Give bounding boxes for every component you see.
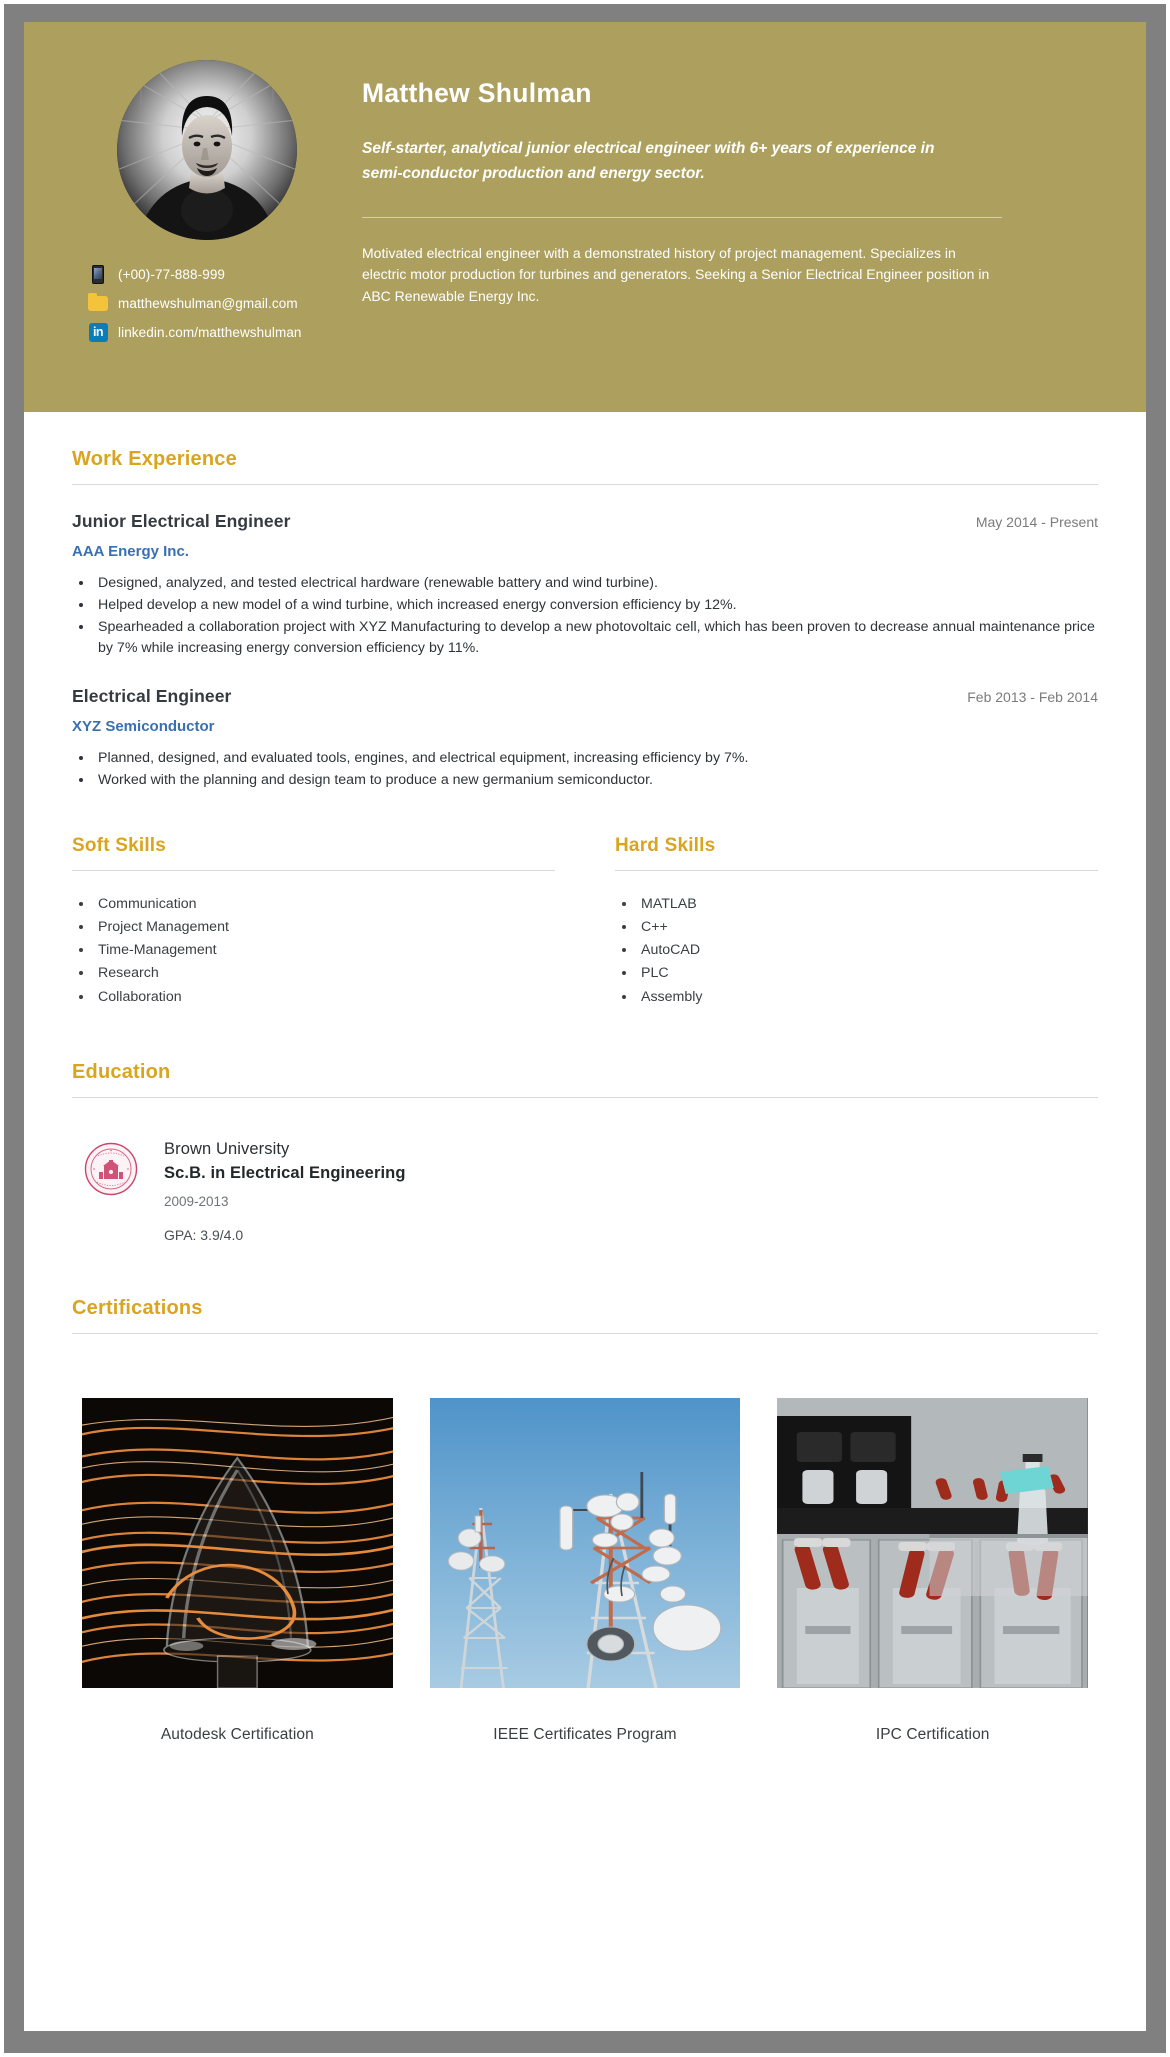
contact-phone-text: (+00)-77-888-999 xyxy=(118,266,226,282)
job-entry: Electrical Engineer Feb 2013 - Feb 2014 … xyxy=(72,686,1098,791)
header-left-column: (+00)-77-888-999 matthewshulman@gmail.co… xyxy=(66,52,348,412)
soft-skills-list: Communication Project Management Time-Ma… xyxy=(72,893,555,1009)
job-bullet: Designed, analyzed, and tested electrica… xyxy=(94,573,1098,594)
job-bullet-list: Planned, designed, and evaluated tools, … xyxy=(72,748,1098,791)
job-bullet: Planned, designed, and evaluated tools, … xyxy=(94,748,1098,769)
resume-body: Work Experience Junior Electrical Engine… xyxy=(24,412,1146,1744)
page-title: Matthew Shulman xyxy=(362,78,592,108)
contact-email[interactable]: matthewshulman@gmail.com xyxy=(88,292,348,313)
job-company[interactable]: AAA Energy Inc. xyxy=(72,543,1098,560)
education-school: Brown University xyxy=(164,1139,290,1158)
certification-item: IEEE Certificates Program xyxy=(429,1397,741,1744)
header-right-column: Matthew Shulman Self-starter, analytical… xyxy=(348,52,1098,412)
list-item: AutoCAD xyxy=(637,939,1098,962)
section-work-experience: Work Experience Junior Electrical Engine… xyxy=(72,448,1098,791)
soft-skills-heading: Soft Skills xyxy=(72,834,167,856)
soft-skills-rule xyxy=(72,869,555,871)
list-item: Communication xyxy=(94,893,555,916)
education-text: Brown University Sc.B. in Electrical Eng… xyxy=(164,1140,406,1243)
job-header: Electrical Engineer Feb 2013 - Feb 2014 xyxy=(72,686,1098,707)
list-item: C++ xyxy=(637,916,1098,939)
list-item: Assembly xyxy=(637,986,1098,1009)
job-bullet: Spearheaded a collaboration project with… xyxy=(94,617,1098,659)
certification-item: Autodesk Certification xyxy=(82,1397,393,1744)
job-dates: May 2014 - Present xyxy=(975,514,1098,530)
hard-skills-rule xyxy=(615,869,1098,871)
education-years: 2009-2013 xyxy=(164,1193,229,1209)
job-title: Junior Electrical Engineer xyxy=(72,511,291,531)
linkedin-glyph: in xyxy=(88,322,108,342)
header-divider xyxy=(362,217,1002,219)
section-certifications: Certifications Autodesk Certification IE… xyxy=(72,1297,1098,1744)
phone-icon xyxy=(88,264,108,284)
contact-phone[interactable]: (+00)-77-888-999 xyxy=(88,264,348,284)
job-bullet: Worked with the planning and design team… xyxy=(94,770,1098,791)
hard-skills-column: Hard Skills MATLAB C++ AutoCAD PLC Assem… xyxy=(615,835,1098,1009)
job-bullet-list: Designed, analyzed, and tested electrica… xyxy=(72,573,1098,660)
light-streaks-bulb-photo xyxy=(82,1397,393,1688)
education-rule xyxy=(72,1096,1098,1098)
folder-icon xyxy=(88,292,108,313)
avatar xyxy=(117,60,297,240)
brown-university-seal-icon xyxy=(84,1142,138,1196)
linkedin-icon: in xyxy=(88,322,108,342)
screenshot-viewport: (+00)-77-888-999 matthewshulman@gmail.co… xyxy=(0,0,1170,2057)
hard-skills-heading: Hard Skills xyxy=(615,834,716,856)
job-dates: Feb 2013 - Feb 2014 xyxy=(967,688,1098,705)
section-skills: Soft Skills Communication Project Manage… xyxy=(72,835,1098,1009)
list-item: Research xyxy=(94,962,555,985)
certification-caption: IEEE Certificates Program xyxy=(493,1725,677,1743)
list-item: Collaboration xyxy=(94,986,555,1009)
soft-skills-column: Soft Skills Communication Project Manage… xyxy=(72,835,555,1009)
job-bullet: Helped develop a new model of a wind tur… xyxy=(94,595,1098,616)
education-gpa: GPA: 3.9/4.0 xyxy=(164,1226,244,1243)
header-summary: Motivated electrical engineer with a dem… xyxy=(362,245,990,304)
job-header: Junior Electrical Engineer May 2014 - Pr… xyxy=(72,511,1098,532)
list-item: Time-Management xyxy=(94,939,555,962)
list-item: Project Management xyxy=(94,916,555,939)
contact-linkedin[interactable]: in linkedin.com/matthewshulman xyxy=(88,322,348,342)
education-heading: Education xyxy=(72,1060,171,1083)
section-education: Education Brown University Sc.B. in Elec… xyxy=(72,1061,1098,1243)
resume-page: (+00)-77-888-999 matthewshulman@gmail.co… xyxy=(24,22,1146,2031)
resume-header: (+00)-77-888-999 matthewshulman@gmail.co… xyxy=(24,22,1146,412)
avatar-photo xyxy=(117,60,297,240)
job-entry: Junior Electrical Engineer May 2014 - Pr… xyxy=(72,511,1098,660)
list-item: PLC xyxy=(637,962,1098,985)
telecom-towers-photo xyxy=(429,1397,741,1688)
education-entry: Brown University Sc.B. in Electrical Eng… xyxy=(72,1140,1098,1243)
work-experience-rule xyxy=(72,484,1098,485)
header-tagline: Self-starter, analytical junior electric… xyxy=(362,140,935,183)
document-frame: (+00)-77-888-999 matthewshulman@gmail.co… xyxy=(4,4,1166,2053)
certification-caption: Autodesk Certification xyxy=(160,1725,314,1743)
certification-caption: IPC Certification xyxy=(875,1725,990,1743)
list-item: MATLAB xyxy=(637,893,1098,916)
contact-email-text: matthewshulman@gmail.com xyxy=(118,295,298,311)
electrical-switchgear-photo xyxy=(777,1397,1089,1688)
certifications-heading: Certifications xyxy=(72,1296,203,1319)
certification-item: IPC Certification xyxy=(777,1397,1089,1744)
job-title: Electrical Engineer xyxy=(72,685,232,706)
education-degree: Sc.B. in Electrical Engineering xyxy=(164,1163,406,1182)
hard-skills-list: MATLAB C++ AutoCAD PLC Assembly xyxy=(615,893,1098,1009)
work-experience-heading: Work Experience xyxy=(72,448,237,470)
certifications-rule xyxy=(72,1332,1098,1334)
contact-linkedin-text: linkedin.com/matthewshulman xyxy=(118,324,302,340)
job-company[interactable]: XYZ Semiconductor xyxy=(72,718,1098,735)
contact-list: (+00)-77-888-999 matthewshulman@gmail.co… xyxy=(66,264,348,351)
certifications-grid: Autodesk Certification IEEE Certificates… xyxy=(72,1397,1098,1744)
